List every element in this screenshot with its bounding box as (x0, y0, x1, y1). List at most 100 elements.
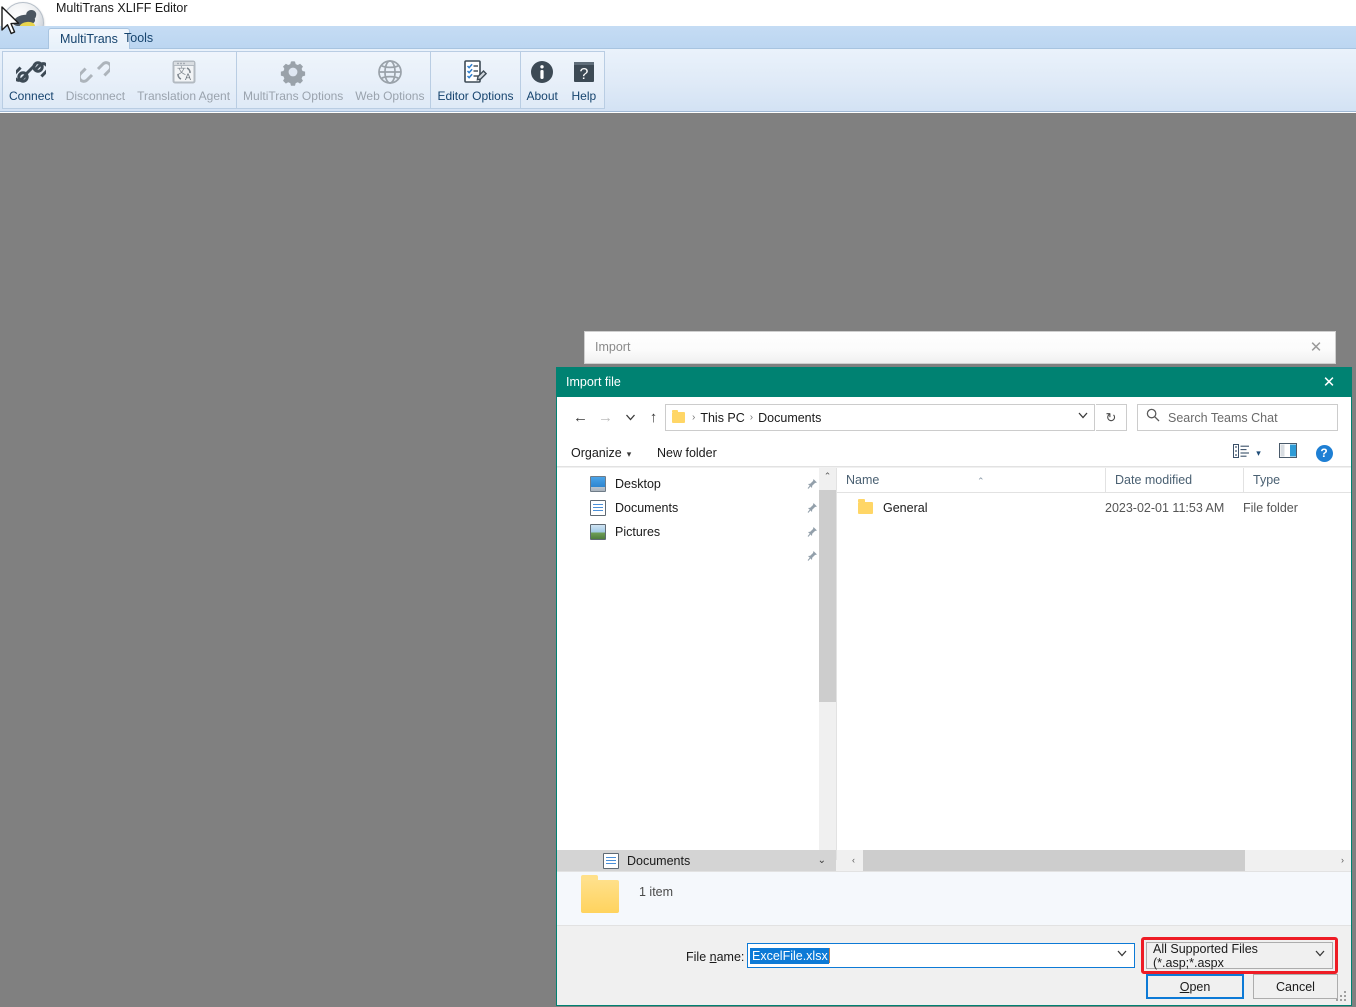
import-window: Import ✕ (584, 331, 1336, 364)
close-icon[interactable]: ✕ (1306, 338, 1326, 358)
change-view-button[interactable]: ▾ (1227, 442, 1267, 464)
arrow-left-icon[interactable]: ← (569, 406, 592, 429)
scroll-right-icon[interactable]: › (1334, 850, 1351, 871)
file-list-horizontal-scrollbar[interactable]: ‹ › (837, 850, 1351, 871)
refresh-icon[interactable]: ↻ (1096, 404, 1127, 431)
help-button-label: Help (571, 89, 597, 103)
web-options-button-label: Web Options (355, 89, 425, 103)
about-button-label: About (526, 89, 558, 103)
file-name-input[interactable]: ExcelFile.xlsx (747, 943, 1135, 968)
address-chevron-down-icon[interactable] (1078, 411, 1088, 422)
column-header-label: Name (846, 473, 880, 487)
disconnect-button-label: Disconnect (65, 89, 126, 103)
sidebar-item-desktop[interactable]: Desktop (557, 472, 817, 496)
breadcrumb-this-pc[interactable]: This PC (700, 411, 744, 425)
sidebar-item-pictures[interactable]: Pictures (557, 520, 817, 544)
table-row[interactable]: General 2023-02-01 11:53 AM File folder (837, 495, 1351, 520)
address-bar[interactable]: › This PC › Documents (665, 404, 1095, 431)
arrow-right-icon[interactable]: → (594, 406, 617, 429)
ribbon-body: Connect Disconnect 文 A Translation Agent… (0, 49, 1356, 112)
pin-icon[interactable] (805, 472, 819, 496)
sidebar-item-label: Documents (615, 501, 679, 515)
chevron-down-icon[interactable]: ⌄ (818, 855, 826, 866)
dialog-title: Import file (566, 375, 621, 389)
multitrans-options-button[interactable]: MultiTrans Options (237, 52, 349, 108)
new-folder-button[interactable]: New folder (657, 444, 717, 464)
dialog-command-bar: Organize ▾ New folder ▾ ? (557, 438, 1351, 467)
breadcrumb-documents[interactable]: Documents (758, 411, 821, 425)
question-book-icon: ? (570, 56, 598, 88)
desktop-icon (590, 476, 606, 492)
import-file-dialog: Import file ✕ ← → ↑ › This PC › Document… (556, 367, 1352, 1006)
scrollbar-thumb[interactable] (863, 850, 1245, 871)
text-caret (828, 948, 830, 963)
web-options-button[interactable]: Web Options (349, 52, 430, 108)
view-layout-icon (1233, 443, 1250, 463)
close-icon[interactable]: ✕ (1307, 368, 1351, 397)
scrollbar-thumb[interactable] (819, 490, 836, 702)
ribbon-tab-strip: MultiTrans Tools (0, 26, 1356, 50)
file-list-header: Name ⌃ Date modified Type (837, 468, 1351, 493)
preview-pane-button[interactable] (1275, 442, 1301, 464)
disconnect-button[interactable]: Disconnect (60, 52, 131, 108)
documents-icon (603, 852, 619, 869)
help-button[interactable]: ? (1311, 442, 1337, 464)
file-list-pane: Name ⌃ Date modified Type General 2023-0… (837, 468, 1351, 871)
file-date-modified: 2023-02-01 11:53 AM (1105, 500, 1225, 515)
dialog-navigation-row: ← → ↑ › This PC › Documents ↻ Search Tea… (557, 397, 1351, 438)
pin-icon[interactable] (805, 544, 819, 568)
open-button[interactable]: Open (1146, 974, 1244, 999)
svg-text:A: A (185, 72, 191, 82)
pictures-icon (590, 524, 606, 540)
app-title: MultiTrans XLIFF Editor (56, 1, 188, 15)
cancel-button[interactable]: Cancel (1253, 974, 1338, 999)
translation-agent-button-label: Translation Agent (137, 89, 231, 103)
about-button[interactable]: About (521, 52, 564, 108)
resize-grip[interactable] (1336, 991, 1348, 1003)
multitrans-options-button-label: MultiTrans Options (243, 89, 344, 103)
pin-icon[interactable] (805, 520, 819, 544)
recent-locations-chevron-down-icon[interactable] (619, 406, 642, 429)
navigation-pane: Desktop Documents Pictures (557, 468, 837, 860)
editor-options-button[interactable]: Editor Options (431, 52, 519, 108)
scroll-left-icon[interactable]: ‹ (845, 850, 862, 871)
organize-button[interactable]: Organize ▾ (571, 444, 631, 464)
sidebar-item-documents[interactable]: Documents (557, 496, 817, 520)
navigation-pane-scrollbar[interactable]: ⌃ ⌄ (819, 468, 836, 860)
pin-icon[interactable] (805, 496, 819, 520)
help-button[interactable]: ? Help (564, 52, 604, 108)
gear-icon (279, 56, 307, 88)
nav-section-documents[interactable]: Documents ⌄ (557, 850, 836, 871)
open-button-label: pen (1189, 979, 1211, 994)
dialog-title-bar: Import file ✕ (557, 368, 1351, 397)
ribbon-group-options: MultiTrans Options Web Options (236, 51, 432, 109)
svg-text:?: ? (579, 66, 588, 83)
search-input[interactable]: Search Teams Chat (1137, 404, 1338, 431)
folder-icon (581, 875, 619, 913)
disconnect-link-icon (80, 56, 111, 88)
chevron-down-icon: ▾ (626, 449, 632, 459)
file-type-filter-select[interactable]: All Supported Files (*.asp;*.aspx (1146, 941, 1333, 970)
ribbon-group-list: Connect Disconnect 文 A Translation Agent… (2, 51, 605, 109)
breadcrumb-separator: › (692, 412, 696, 423)
arrow-up-icon[interactable]: ↑ (642, 406, 665, 429)
chevron-down-icon: ▾ (1256, 447, 1261, 458)
dialog-footer: File name: ExcelFile.xlsx All Supported … (557, 926, 1351, 1005)
chevron-down-icon[interactable] (1315, 949, 1325, 960)
sort-ascending-icon: ⌃ (977, 476, 985, 486)
open-button-accel: O (1179, 979, 1190, 994)
file-type-filter-value: All Supported Files (*.asp;*.aspx (1153, 941, 1258, 970)
help-icon: ? (1315, 444, 1333, 462)
column-header-name[interactable]: Name ⌃ (837, 468, 1105, 493)
column-header-date-modified[interactable]: Date modified (1105, 468, 1243, 493)
chevron-down-icon[interactable] (1117, 949, 1127, 960)
column-header-type[interactable]: Type (1243, 468, 1351, 493)
file-name: General (883, 500, 928, 515)
scroll-up-icon[interactable]: ⌃ (819, 468, 836, 485)
translation-agent-button[interactable]: 文 A Translation Agent (131, 52, 236, 108)
connect-button[interactable]: Connect (3, 52, 60, 108)
folder-icon (858, 498, 873, 514)
file-name-value: ExcelFile.xlsx (750, 947, 829, 964)
connect-link-icon (16, 56, 47, 88)
tab-tools[interactable]: Tools (113, 28, 164, 50)
